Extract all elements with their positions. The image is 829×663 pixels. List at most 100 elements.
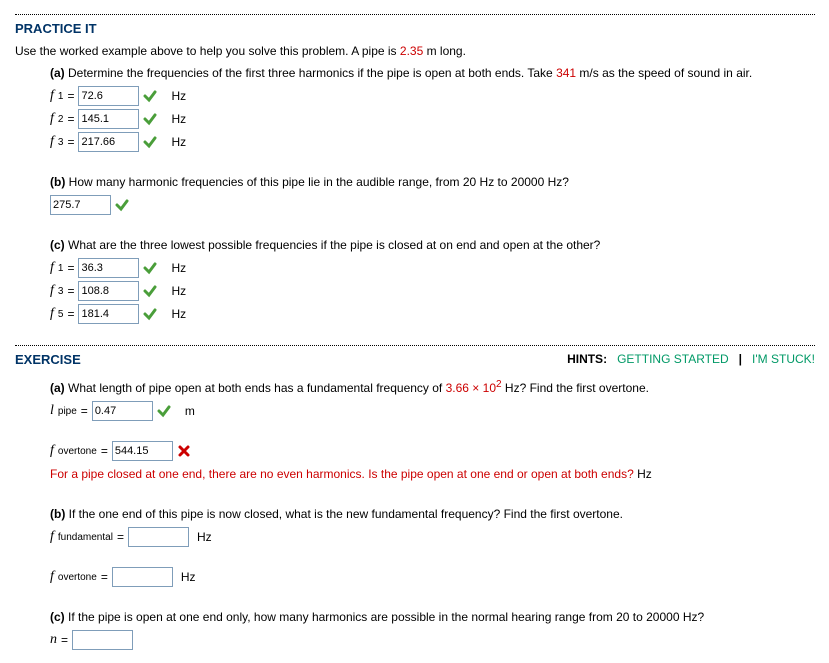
exercise-a-lpipe-input[interactable] — [92, 401, 153, 421]
check-icon — [143, 261, 157, 275]
equals: = — [67, 135, 74, 149]
feedback-text: For a pipe closed at one end, there are … — [50, 467, 634, 481]
var-f: f — [50, 134, 54, 150]
part-b-body: How many harmonic frequencies of this pi… — [65, 175, 569, 189]
exercise-b-over-input[interactable] — [112, 567, 173, 587]
practice-b-input[interactable] — [50, 195, 111, 215]
unit-hz: Hz — [197, 530, 212, 544]
var-f: f — [50, 88, 54, 104]
pipe-length-value: 2.35 — [400, 44, 423, 58]
var-f: f — [50, 260, 54, 276]
var-n: n — [50, 632, 57, 648]
unit-hz: Hz — [171, 112, 186, 126]
unit-hz: Hz — [171, 135, 186, 149]
divider-mid — [15, 345, 815, 346]
check-icon — [143, 307, 157, 321]
practice-a-text: (a) Determine the frequencies of the fir… — [50, 64, 815, 82]
var-l: l — [50, 403, 54, 419]
practice-a-row-1: f1 = Hz — [50, 86, 815, 106]
check-icon — [143, 89, 157, 103]
practice-c-text: (c) What are the three lowest possible f… — [50, 236, 815, 254]
feedback-unit: Hz — [634, 467, 652, 481]
hints-divider: | — [739, 352, 742, 366]
im-stuck-link[interactable]: I'M STUCK! — [752, 352, 815, 366]
practice-c-input-3[interactable] — [78, 304, 139, 324]
hints-bar: HINTS: GETTING STARTED | I'M STUCK! — [567, 352, 815, 366]
exercise-b-over-row: fovertone = Hz — [50, 567, 815, 587]
part-a-pre: Determine the frequencies of the first t… — [65, 66, 556, 80]
var-sub: 3 — [58, 137, 64, 148]
equals: = — [101, 570, 108, 584]
exercise-b-text: (b) If the one end of this pipe is now c… — [50, 505, 815, 523]
exercise-c-text: (c) If the pipe is open at one end only,… — [50, 608, 815, 626]
exercise-c-n-row: n = — [50, 630, 815, 650]
var-sub: 3 — [58, 286, 64, 297]
unit-hz: Hz — [171, 261, 186, 275]
check-icon — [143, 112, 157, 126]
practice-a-input-3[interactable] — [78, 132, 139, 152]
var-sub: 5 — [58, 309, 64, 320]
equals: = — [81, 404, 88, 418]
exercise-a-feedback: For a pipe closed at one end, there are … — [50, 465, 815, 483]
ex-b-label: (b) — [50, 507, 65, 521]
equals: = — [61, 633, 68, 647]
ex-b-body: If the one end of this pipe is now close… — [65, 507, 623, 521]
practice-a-input-1[interactable] — [78, 86, 139, 106]
var-f: f — [50, 529, 54, 545]
divider-top — [15, 14, 815, 15]
practice-c-row-2: f3 = Hz — [50, 281, 815, 301]
part-a-post: m/s as the speed of sound in air. — [576, 66, 752, 80]
sound-speed: 341 — [556, 66, 576, 80]
practice-a-input-2[interactable] — [78, 109, 139, 129]
exercise-a-overtone-input[interactable] — [112, 441, 173, 461]
exercise-a-lpipe-row: lpipe = m — [50, 401, 815, 421]
check-icon — [143, 284, 157, 298]
ex-a-label: (a) — [50, 381, 65, 395]
equals: = — [67, 261, 74, 275]
equals: = — [67, 89, 74, 103]
practice-title: PRACTICE IT — [15, 21, 815, 36]
check-icon — [157, 404, 171, 418]
unit-hz: Hz — [171, 284, 186, 298]
practice-c-input-1[interactable] — [78, 258, 139, 278]
var-sub-fundamental: fundamental — [58, 532, 113, 543]
var-sub: 1 — [58, 91, 64, 102]
ex-a-post: Hz? Find the first overtone. — [502, 381, 649, 395]
ex-a-pre: What length of pipe open at both ends ha… — [65, 381, 446, 395]
practice-intro: Use the worked example above to help you… — [15, 42, 815, 60]
var-sub-overtone: overtone — [58, 572, 97, 583]
unit-m: m — [185, 404, 195, 418]
exercise-a-overtone-row: fovertone = — [50, 441, 815, 461]
part-b-label: (b) — [50, 175, 65, 189]
var-f: f — [50, 306, 54, 322]
freq-base: 3.66 — [446, 381, 469, 395]
practice-b-row — [50, 195, 815, 215]
part-c-label: (c) — [50, 238, 65, 252]
freq-times: × 10 — [469, 381, 496, 395]
equals: = — [117, 530, 124, 544]
exercise-c-n-input[interactable] — [72, 630, 133, 650]
equals: = — [67, 112, 74, 126]
practice-b-text: (b) How many harmonic frequencies of thi… — [50, 173, 815, 191]
practice-a-row-3: f3 = Hz — [50, 132, 815, 152]
getting-started-link[interactable]: GETTING STARTED — [617, 352, 729, 366]
intro-pre: Use the worked example above to help you… — [15, 44, 400, 58]
practice-c-input-2[interactable] — [78, 281, 139, 301]
exercise-b-fund-row: f fundamental = Hz — [50, 527, 815, 547]
exercise-b-fund-input[interactable] — [128, 527, 189, 547]
var-f: f — [50, 111, 54, 127]
ex-c-body: If the pipe is open at one end only, how… — [65, 610, 705, 624]
unit-hz: Hz — [181, 570, 196, 584]
practice-c-row-1: f1 = Hz — [50, 258, 815, 278]
var-sub: 2 — [58, 114, 64, 125]
unit-hz: Hz — [171, 307, 186, 321]
unit-hz: Hz — [171, 89, 186, 103]
exercise-a-text: (a) What length of pipe open at both end… — [50, 377, 815, 397]
equals: = — [67, 307, 74, 321]
ex-c-label: (c) — [50, 610, 65, 624]
var-sub-overtone: overtone — [58, 446, 97, 457]
intro-post: m long. — [423, 44, 466, 58]
var-f: f — [50, 283, 54, 299]
hints-label: HINTS: — [567, 352, 607, 366]
var-sub: 1 — [58, 263, 64, 274]
